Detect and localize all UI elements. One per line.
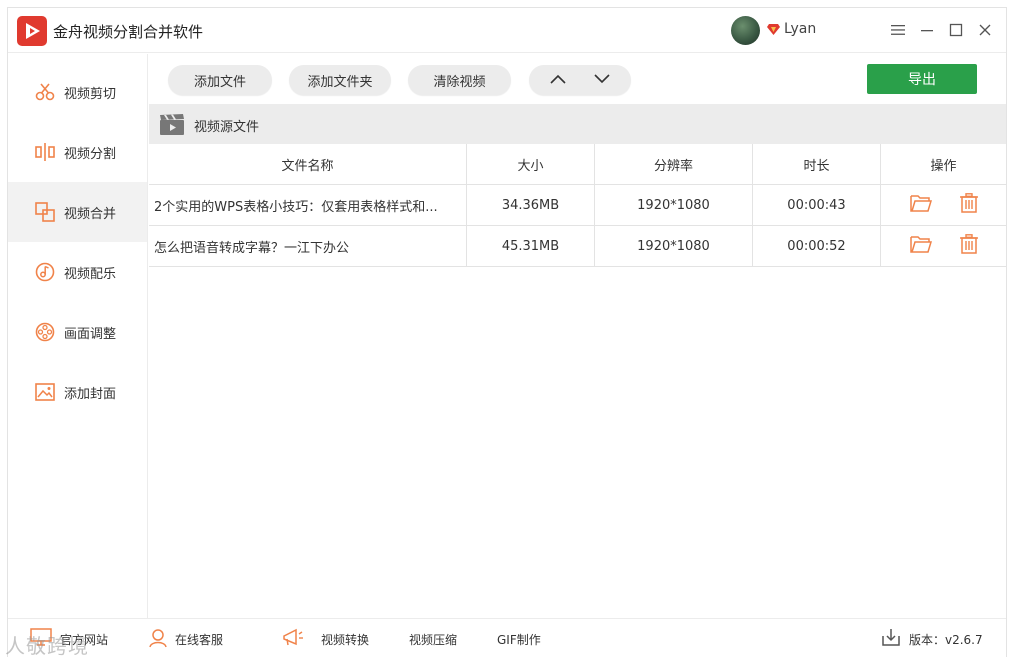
open-folder-icon[interactable] [909, 194, 932, 216]
app-logo-icon [17, 16, 47, 46]
split-icon [35, 142, 55, 162]
add-folder-button[interactable]: 添加文件夹 [289, 65, 391, 95]
sidebar-item-video-music[interactable]: 视频配乐 [8, 242, 147, 302]
video-compress-link[interactable]: 视频压缩 [409, 631, 457, 648]
source-files-title: 视频源文件 [194, 120, 260, 135]
customer-service-icon [148, 628, 168, 652]
footer-bar: 官方网站 在线客服 视频转换 视频压缩 GIF制作 版本：v2.6.7 [8, 618, 1006, 657]
file-resolution-cell: 1920*1080 [595, 185, 753, 225]
table-row[interactable]: 2个实用的WPS表格小技巧：仅套用表格样式和... 34.36MB 1920*1… [149, 185, 1006, 226]
move-down-icon[interactable] [594, 73, 610, 88]
app-window: 金舟视频分割合并软件 Lyan 视频剪切 视频分割 视频合并 视频配乐 画面调整… [7, 7, 1007, 657]
column-header-name: 文件名称 [149, 144, 467, 184]
minimize-icon[interactable] [917, 20, 937, 40]
sidebar-item-video-merge[interactable]: 视频合并 [8, 182, 147, 242]
avatar[interactable] [731, 16, 760, 45]
add-file-button[interactable]: 添加文件 [168, 65, 272, 95]
open-folder-icon[interactable] [909, 235, 932, 257]
download-update-icon[interactable] [882, 628, 900, 650]
toolbar: 添加文件 添加文件夹 清除视频 导出 [149, 54, 1006, 104]
sidebar-item-picture-adjust[interactable]: 画面调整 [8, 302, 147, 362]
column-header-size: 大小 [467, 144, 595, 184]
sidebar-item-label: 视频配乐 [64, 267, 117, 282]
file-resolution-cell: 1920*1080 [595, 226, 753, 266]
megaphone-icon [282, 628, 304, 652]
sidebar-item-label: 画面调整 [64, 327, 117, 342]
clapperboard-icon [160, 114, 184, 139]
sidebar-item-label: 视频合并 [64, 207, 117, 222]
table-row[interactable]: 怎么把语音转成字幕？一江下办公 45.31MB 1920*1080 00:00:… [149, 226, 1006, 267]
column-header-duration: 时长 [753, 144, 881, 184]
sidebar-item-label: 视频分割 [64, 147, 117, 162]
title-bar: 金舟视频分割合并软件 Lyan [8, 8, 1006, 53]
app-title: 金舟视频分割合并软件 [53, 23, 204, 41]
source-files-header: 视频源文件 [149, 104, 1006, 144]
gif-maker-link[interactable]: GIF制作 [497, 631, 541, 648]
version-label: 版本：v2.6.7 [909, 633, 983, 647]
file-size-cell: 45.31MB [467, 226, 595, 266]
row-actions [881, 226, 1006, 266]
column-header-actions: 操作 [930, 158, 957, 174]
video-convert-link[interactable]: 视频转换 [321, 631, 369, 648]
row-actions [881, 185, 1006, 225]
file-size-cell: 34.36MB [467, 185, 595, 225]
delete-icon[interactable] [959, 193, 978, 217]
sidebar-item-label: 添加封面 [64, 387, 117, 402]
scissors-icon [35, 82, 55, 102]
close-icon[interactable] [975, 20, 995, 40]
clear-videos-button[interactable]: 清除视频 [408, 65, 511, 95]
column-header-resolution: 分辨率 [595, 144, 753, 184]
sidebar-item-label: 视频剪切 [64, 87, 117, 102]
merge-icon [35, 202, 55, 222]
sidebar-item-video-split[interactable]: 视频分割 [8, 122, 147, 182]
online-service-link[interactable]: 在线客服 [175, 631, 223, 648]
film-reel-icon [35, 322, 55, 342]
user-name[interactable]: Lyan [784, 21, 816, 37]
move-up-icon[interactable] [550, 73, 566, 88]
sidebar-item-video-cut[interactable]: 视频剪切 [8, 62, 147, 122]
menu-icon[interactable] [888, 20, 908, 40]
file-duration-cell: 00:00:43 [753, 185, 881, 225]
diamond-icon [767, 23, 780, 39]
delete-icon[interactable] [959, 234, 978, 258]
maximize-icon[interactable] [946, 20, 966, 40]
file-name-cell: 怎么把语音转成字幕？一江下办公 [149, 226, 467, 266]
file-name-cell: 2个实用的WPS表格小技巧：仅套用表格样式和... [149, 185, 467, 225]
file-duration-cell: 00:00:52 [753, 226, 881, 266]
watermark-text: 人敬跨境 [5, 634, 89, 658]
music-icon [35, 262, 55, 282]
image-icon [35, 382, 55, 402]
table-header-row: 文件名称 大小 分辨率 时长 操作 [149, 144, 1006, 185]
sidebar-item-add-cover[interactable]: 添加封面 [8, 362, 147, 422]
sidebar: 视频剪切 视频分割 视频合并 视频配乐 画面调整 添加封面 [8, 54, 148, 618]
export-button[interactable]: 导出 [867, 64, 977, 94]
reorder-buttons [529, 65, 631, 95]
